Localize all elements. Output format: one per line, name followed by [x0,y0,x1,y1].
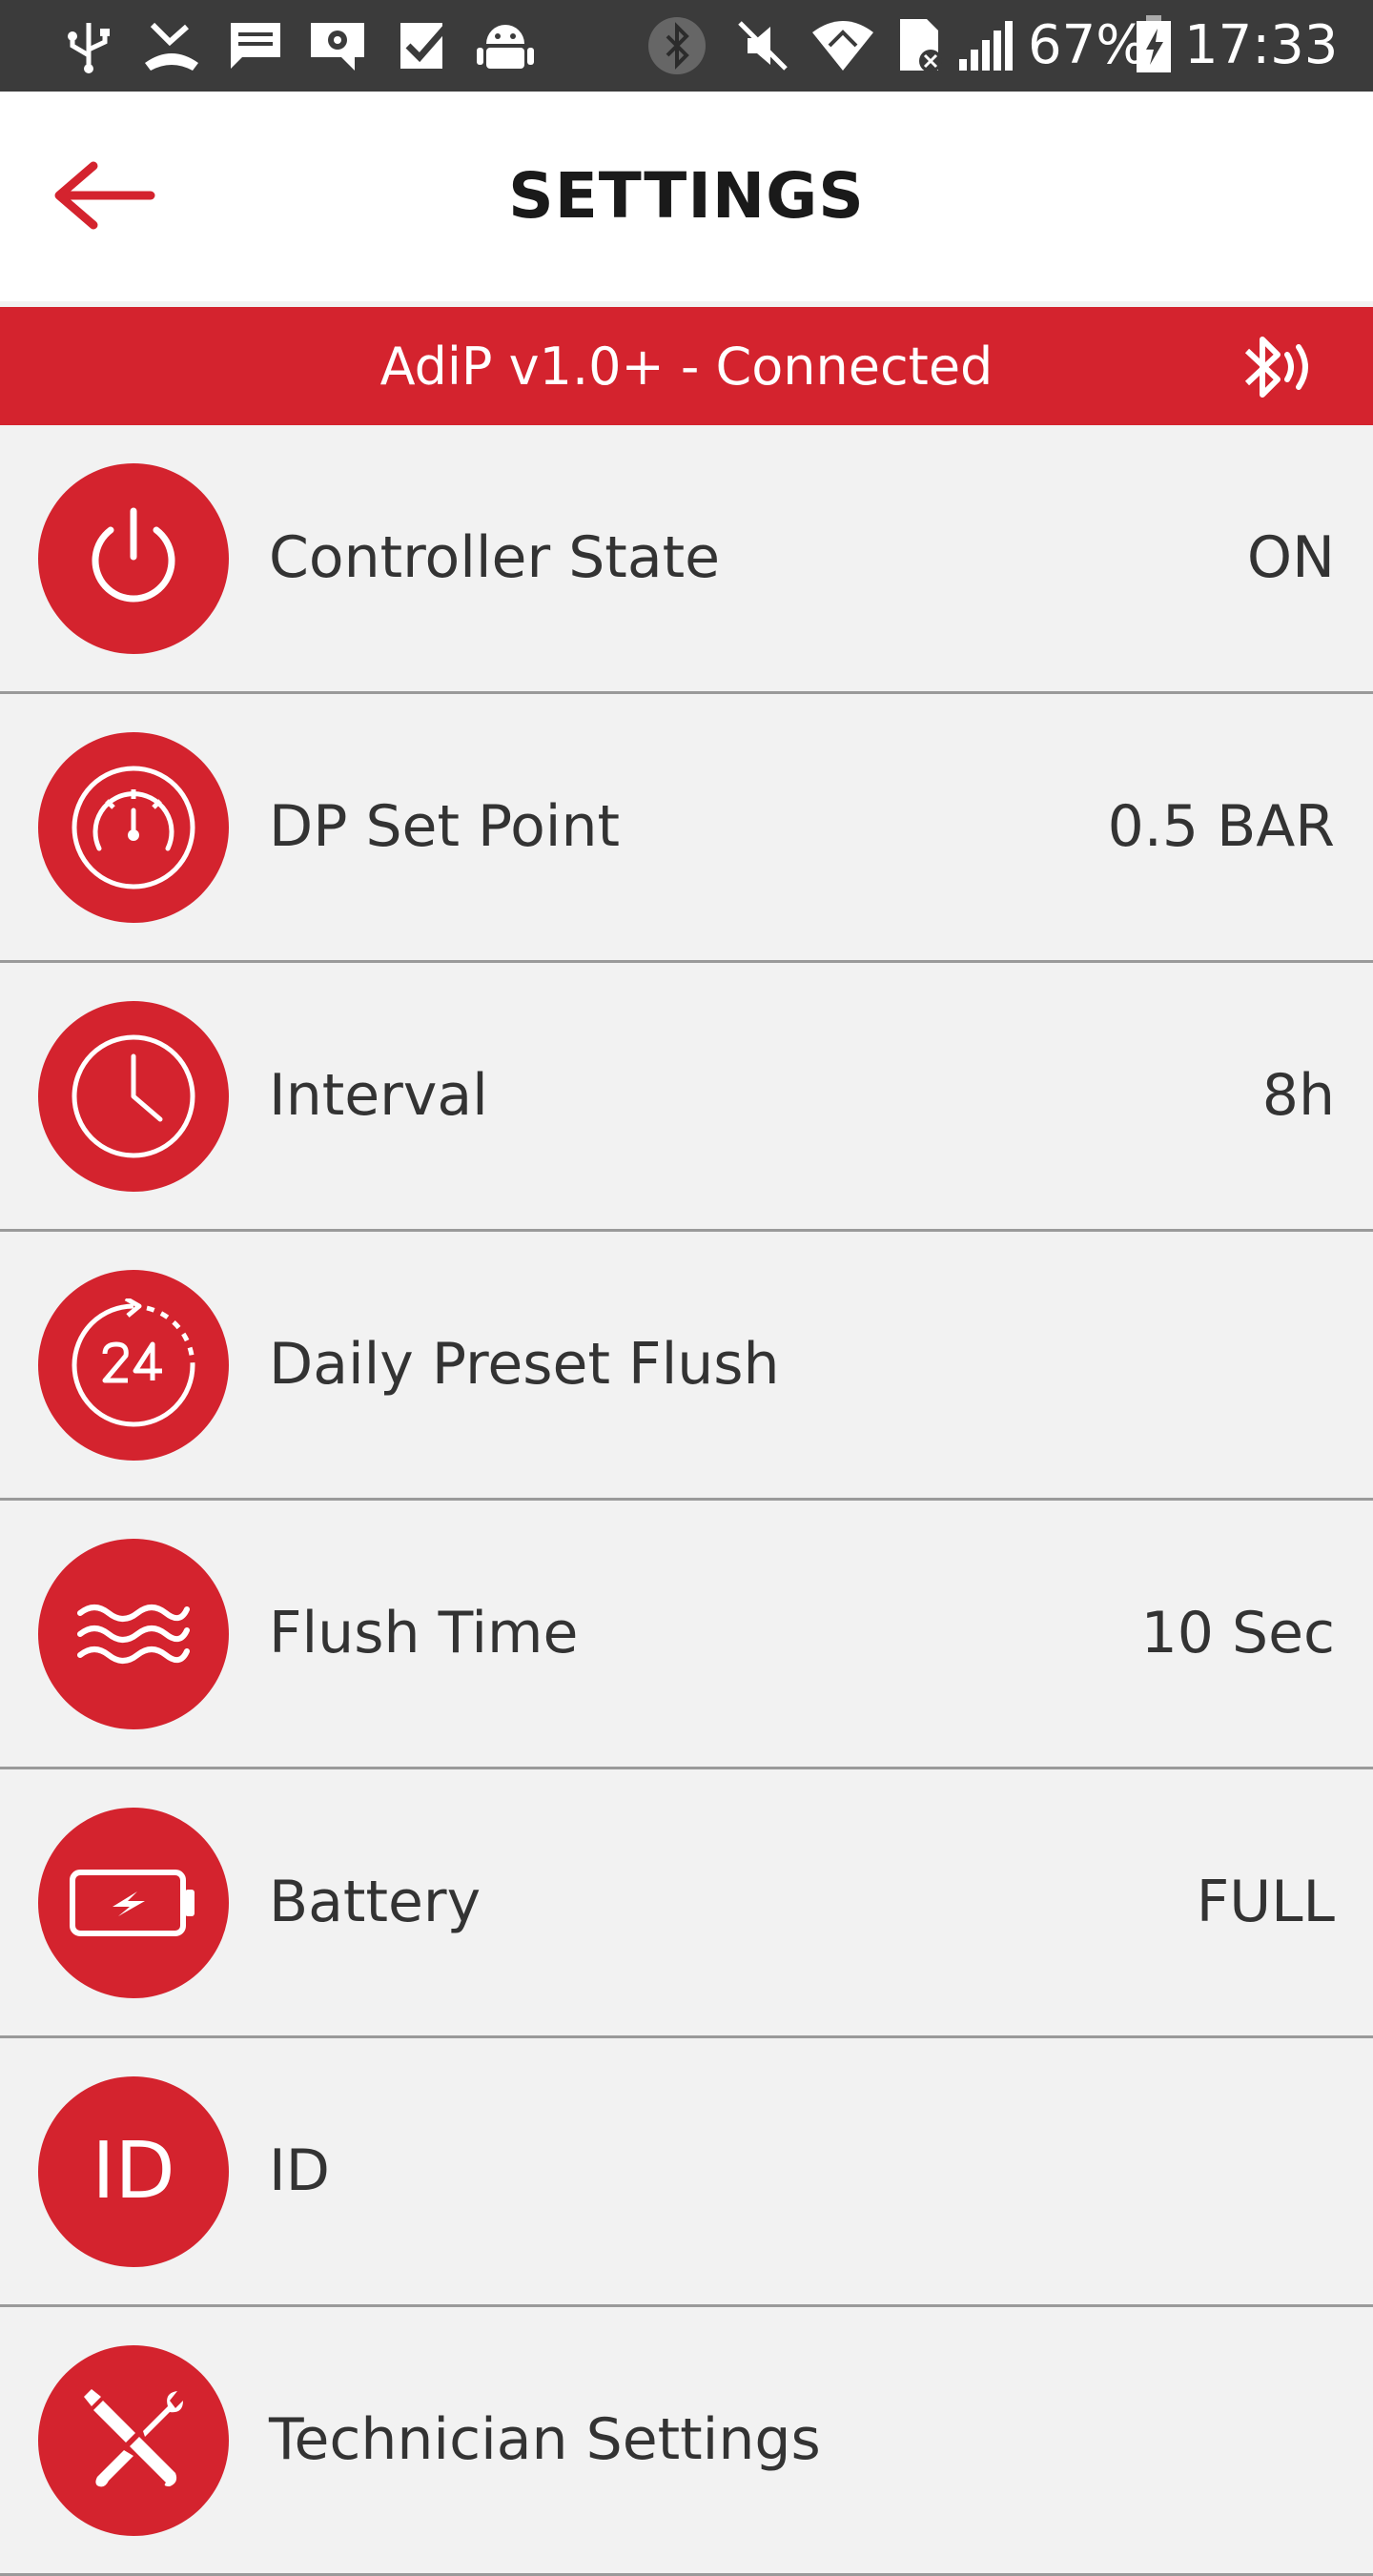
message-icon [227,17,284,74]
setting-value: ON [1246,524,1335,591]
setting-label: Controller State [269,524,721,591]
setting-value: 8h [1261,1062,1335,1129]
wifi-icon [810,17,875,74]
connection-banner: AdiP v1.0+ - Connected [0,307,1373,425]
battery-percent: 67% [1028,14,1147,76]
status-bar: 67% 17:33 [0,0,1373,92]
settings-list: Controller State ON DP Set Point 0.5 BAR [0,425,1373,2576]
power-icon [38,463,229,654]
setting-value: 10 Sec [1140,1600,1335,1666]
setting-value: FULL [1196,1869,1335,1935]
setting-label: ID [269,2137,330,2204]
setting-label: DP Set Point [269,793,621,860]
task-icon [395,17,452,74]
setting-battery[interactable]: Battery FULL [0,1769,1373,2038]
gauge-icon [38,732,229,923]
setting-flush-time[interactable]: Flush Time 10 Sec [0,1501,1373,1769]
bluetooth-signal-icon [1244,337,1308,398]
connection-status-text: AdiP v1.0+ - Connected [379,337,994,397]
page-title: SETTINGS [508,159,865,233]
no-sim-icon [894,17,948,74]
setting-id[interactable]: ID ID [0,2038,1373,2307]
bluetooth-signal-button[interactable] [1240,330,1320,404]
setting-label: Technician Settings [269,2406,821,2473]
missed-call-icon [141,17,202,74]
clock-time: 17:33 [1184,14,1339,76]
mute-icon [734,17,791,74]
signal-icon [957,17,1013,74]
app-bar: SETTINGS [0,92,1373,301]
id-icon-text: ID [92,2126,175,2217]
usb-icon [63,17,114,74]
setting-daily-preset-flush[interactable]: Daily Preset Flush [0,1232,1373,1501]
setting-label: Interval [269,1062,488,1129]
setting-value: 0.5 BAR [1107,793,1335,860]
settings-notification-icon [307,17,368,74]
setting-technician-settings[interactable]: Technician Settings [0,2307,1373,2576]
tools-icon [38,2345,229,2536]
setting-label: Daily Preset Flush [269,1331,780,1398]
battery-icon [38,1808,229,1998]
setting-dp-set-point[interactable]: DP Set Point 0.5 BAR [0,694,1373,963]
setting-label: Battery [269,1869,482,1935]
android-icon [477,17,534,74]
bluetooth-icon [646,17,707,74]
id-icon: ID [38,2076,229,2267]
waves-icon [38,1539,229,1729]
setting-interval[interactable]: Interval 8h [0,963,1373,1232]
clock-icon [38,1001,229,1192]
timer-24-icon [38,1270,229,1461]
setting-label: Flush Time [269,1600,579,1666]
battery-charging-icon [1135,15,1173,74]
setting-controller-state[interactable]: Controller State ON [0,425,1373,694]
